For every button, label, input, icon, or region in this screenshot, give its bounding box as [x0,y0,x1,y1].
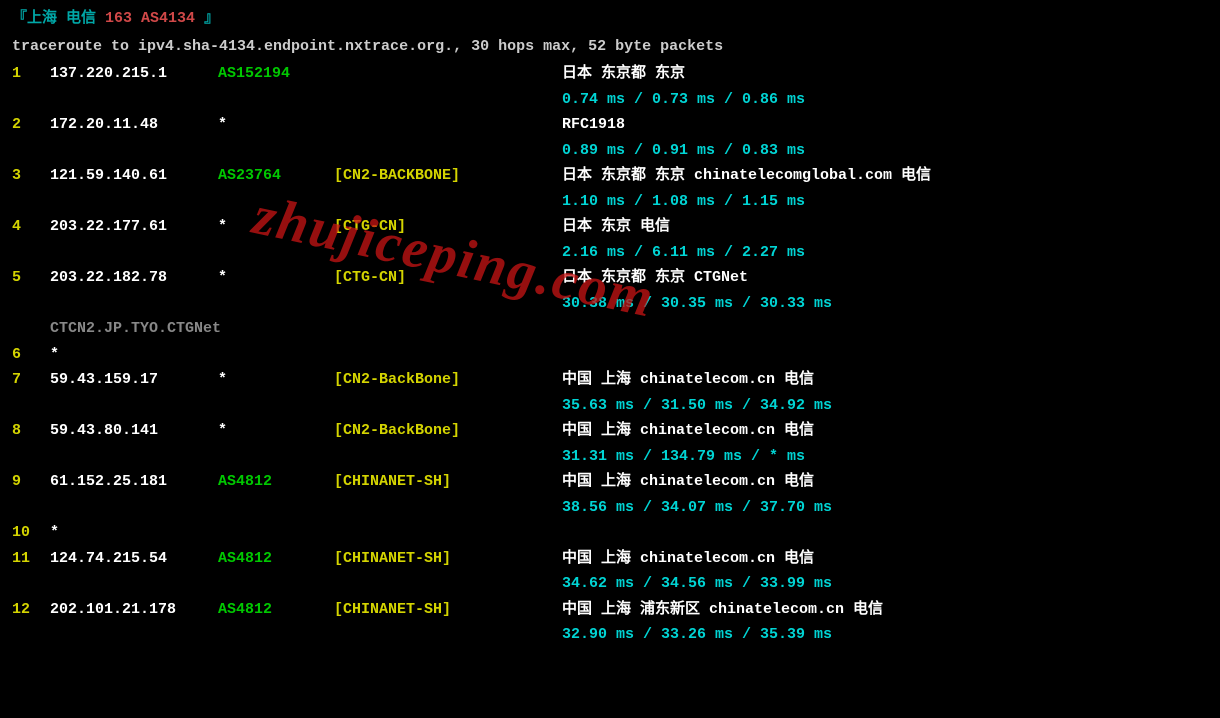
hop-ip: 202.101.21.178 [50,597,218,623]
hop-number: 9 [12,469,50,495]
hop-row: 4203.22.177.61*[CTG-CN]日本 东京 电信2.16 ms /… [12,214,1208,265]
hop-number: 2 [12,112,50,138]
traceroute-command: traceroute to ipv4.sha-4134.endpoint.nxt… [12,34,1208,60]
hop-ip: 137.220.215.1 [50,61,218,87]
hop-tag: [CTG-CN] [334,214,562,240]
hop-row: 1137.220.215.1AS152194 日本 东京都 东京0.74 ms /… [12,61,1208,112]
hop-asn: AS4812 [218,546,334,572]
hop-latency: 2.16 ms / 6.11 ms / 2.27 ms [562,240,805,266]
hop-row: 10* [12,520,1208,546]
hop-location: 日本 东京 电信 [562,214,1208,240]
hop-ip: 59.43.159.17 [50,367,218,393]
hops-container: 1137.220.215.1AS152194 日本 东京都 东京0.74 ms /… [12,61,1208,648]
hop-number: 1 [12,61,50,87]
hop-latency: 31.31 ms / 134.79 ms / * ms [562,444,805,470]
hop-star: * [50,342,59,368]
hop-asn: * [218,367,334,393]
hop-asn: * [218,112,334,138]
hop-latency: 0.89 ms / 0.91 ms / 0.83 ms [562,138,805,164]
hop-row: 11124.74.215.54AS4812[CHINANET-SH]中国 上海 … [12,546,1208,597]
hop-latency: 35.63 ms / 31.50 ms / 34.92 ms [562,393,832,419]
hop-asn: AS23764 [218,163,334,189]
hop-ip: 172.20.11.48 [50,112,218,138]
hop-latency: 38.56 ms / 34.07 ms / 37.70 ms [562,495,832,521]
hop-number: 4 [12,214,50,240]
hop-ip: 121.59.140.61 [50,163,218,189]
hop-latency: 1.10 ms / 1.08 ms / 1.15 ms [562,189,805,215]
hop-location: RFC1918 [562,112,1208,138]
hop-number: 3 [12,163,50,189]
hop-latency: 34.62 ms / 34.56 ms / 33.99 ms [562,571,832,597]
hop-latency: 0.74 ms / 0.73 ms / 0.86 ms [562,87,805,113]
hop-latency: 32.90 ms / 33.26 ms / 35.39 ms [562,622,832,648]
hop-asn: * [218,214,334,240]
hop-asn: AS152194 [218,61,334,87]
hop-tag: [CTG-CN] [334,265,562,291]
hop-row: 2172.20.11.48* RFC19180.89 ms / 0.91 ms /… [12,112,1208,163]
hop-location: 中国 上海 chinatelecom.cn 电信 [562,546,1208,572]
hop-location: 日本 东京都 东京 chinatelecomglobal.com 电信 [562,163,1208,189]
hop-number: 12 [12,597,50,623]
hop-subtext: CTCN2.JP.TYO.CTGNet [50,316,1208,342]
hop-asn: AS4812 [218,469,334,495]
hop-location: 中国 上海 chinatelecom.cn 电信 [562,469,1208,495]
hop-row: 961.152.25.181AS4812[CHINANET-SH]中国 上海 c… [12,469,1208,520]
hop-star: * [50,520,59,546]
hop-row: 6* [12,342,1208,368]
hop-row: 3121.59.140.61AS23764[CN2-BACKBONE]日本 东京… [12,163,1208,214]
hop-row: 759.43.159.17*[CN2-BackBone]中国 上海 chinat… [12,367,1208,418]
hop-number: 7 [12,367,50,393]
hop-row: 5203.22.182.78*[CTG-CN]日本 东京都 东京 CTGNet3… [12,265,1208,342]
hop-latency: 30.38 ms / 30.35 ms / 30.33 ms [562,291,832,317]
traceroute-header: 『上海 电信 163 AS4134 』 [12,6,1208,32]
hop-asn: AS4812 [218,597,334,623]
hop-number: 6 [12,342,50,368]
hop-ip: 59.43.80.141 [50,418,218,444]
hop-number: 5 [12,265,50,291]
hop-ip: 124.74.215.54 [50,546,218,572]
hop-location: 日本 东京都 东京 CTGNet [562,265,1208,291]
hop-asn: * [218,265,334,291]
hop-ip: 203.22.182.78 [50,265,218,291]
hop-location: 中国 上海 chinatelecom.cn 电信 [562,367,1208,393]
hop-number: 8 [12,418,50,444]
hop-ip: 61.152.25.181 [50,469,218,495]
hop-location: 中国 上海 chinatelecom.cn 电信 [562,418,1208,444]
hop-tag: [CHINANET-SH] [334,469,562,495]
hop-tag: [CN2-BackBone] [334,367,562,393]
hop-location: 日本 东京都 东京 [562,61,1208,87]
hop-tag: [CHINANET-SH] [334,546,562,572]
hop-tag: [CN2-BackBone] [334,418,562,444]
hop-tag: [CHINANET-SH] [334,597,562,623]
hop-number: 11 [12,546,50,572]
hop-row: 859.43.80.141*[CN2-BackBone]中国 上海 chinat… [12,418,1208,469]
hop-location: 中国 上海 浦东新区 chinatelecom.cn 电信 [562,597,1208,623]
hop-ip: 203.22.177.61 [50,214,218,240]
hop-asn: * [218,418,334,444]
hop-number: 10 [12,520,50,546]
hop-tag: [CN2-BACKBONE] [334,163,562,189]
hop-row: 12202.101.21.178AS4812[CHINANET-SH]中国 上海… [12,597,1208,648]
